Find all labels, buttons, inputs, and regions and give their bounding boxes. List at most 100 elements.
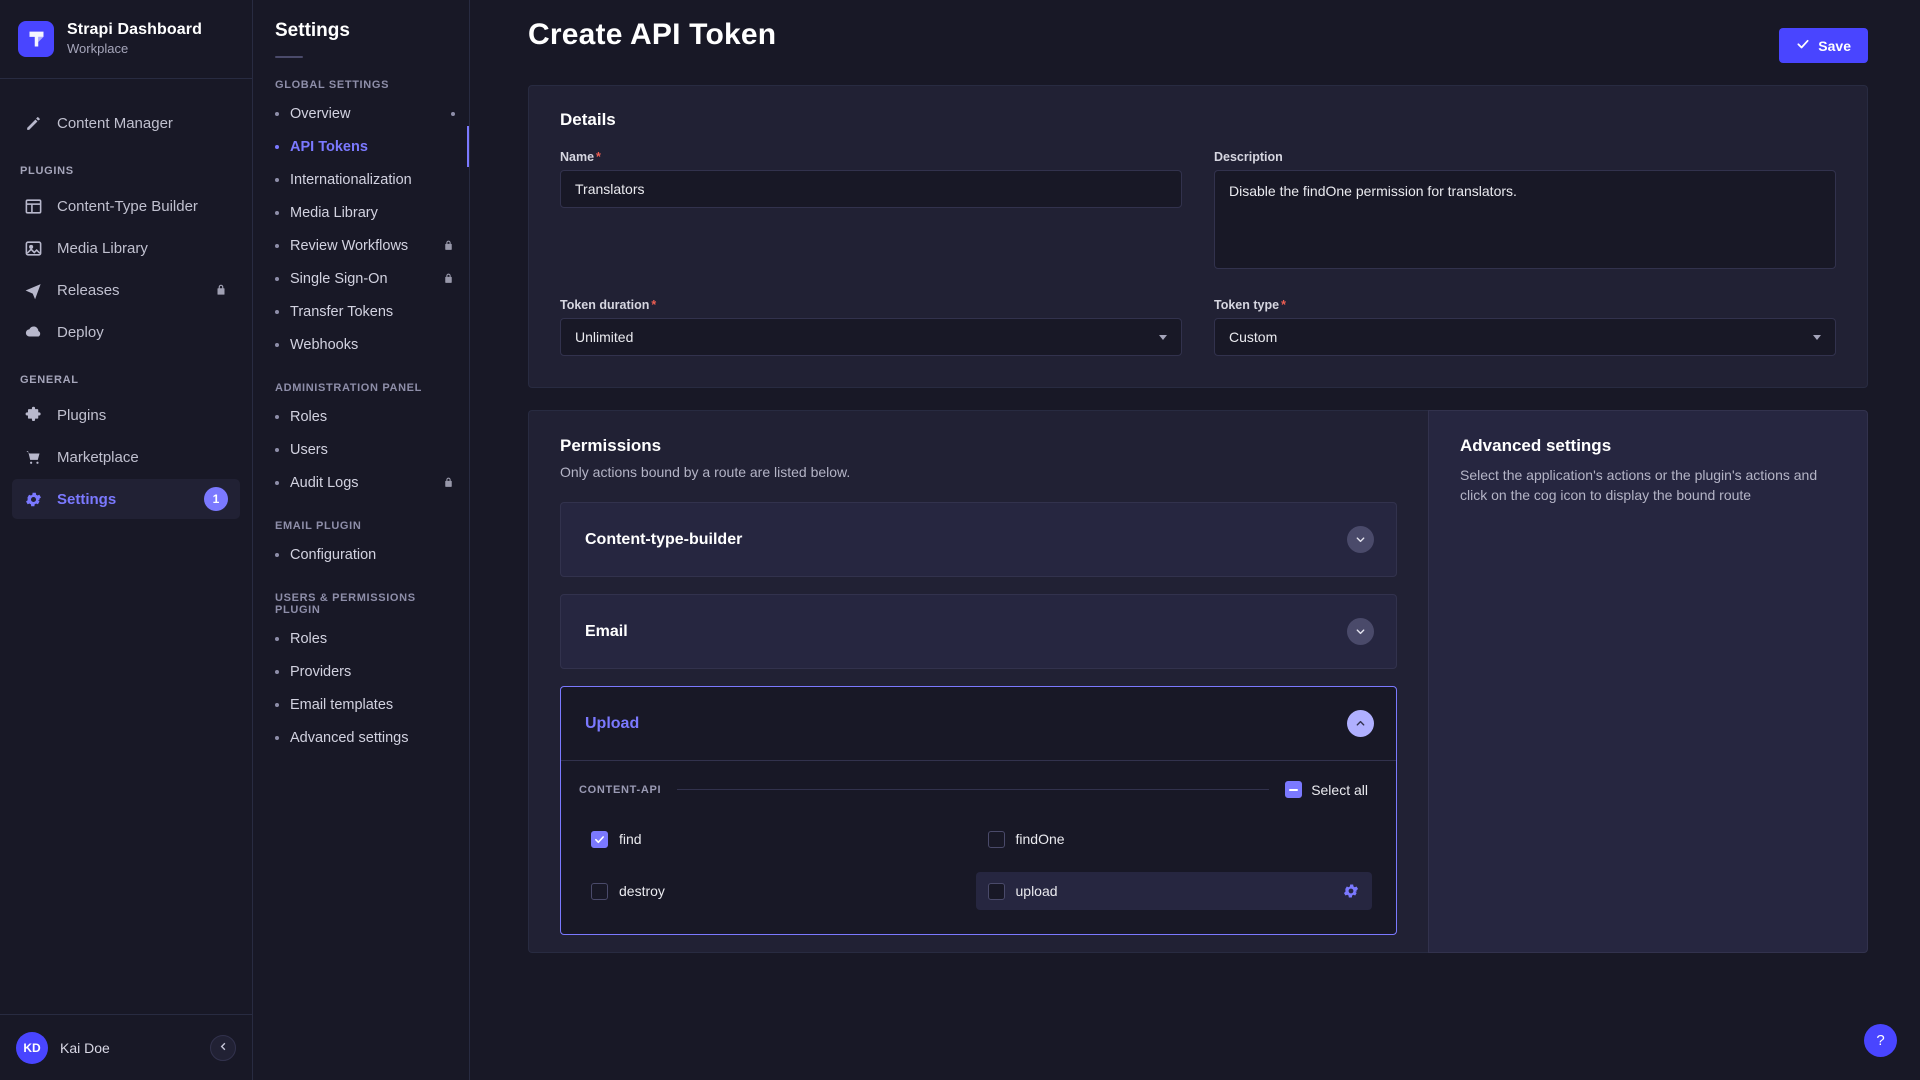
- subnav-item-roles-users-permissions[interactable]: Roles: [253, 622, 469, 655]
- subnav-item-label: Roles: [290, 631, 455, 647]
- subnav-header: Settings: [253, 0, 469, 58]
- subnav-item-label: Webhooks: [290, 337, 455, 353]
- accordion-upload[interactable]: Upload CONTENT-API: [560, 686, 1397, 935]
- subnav-item-transfer-tokens[interactable]: Transfer Tokens: [253, 295, 469, 328]
- subnav-item-single-sign-on[interactable]: Single Sign-On: [253, 262, 469, 295]
- chevron-down-icon: [1159, 335, 1167, 340]
- subnav-item-label: Overview: [290, 106, 440, 122]
- select-all-control[interactable]: Select all: [1285, 781, 1368, 798]
- sidebar-brand[interactable]: Strapi Dashboard Workplace: [0, 0, 252, 79]
- subnav-item-review-workflows[interactable]: Review Workflows: [253, 229, 469, 262]
- token-duration-select[interactable]: Unlimited: [560, 318, 1182, 356]
- subnav-item-api-tokens[interactable]: API Tokens: [253, 130, 469, 163]
- permission-checkbox[interactable]: [591, 831, 608, 848]
- details-card: Details Name * Description: [528, 85, 1868, 388]
- check-icon: [1796, 37, 1810, 54]
- sidebar-section-plugins: PLUGINS: [0, 165, 252, 177]
- permissions-title: Permissions: [560, 436, 1397, 456]
- permission-item-destroy[interactable]: destroy: [579, 872, 976, 910]
- bullet-icon: [275, 415, 279, 419]
- subnav-item-providers[interactable]: Providers: [253, 655, 469, 688]
- subnav-section-email-plugin: EMAIL PLUGIN: [253, 520, 469, 532]
- content-api-label: CONTENT-API: [579, 784, 661, 796]
- select-all-checkbox[interactable]: [1285, 781, 1302, 798]
- lock-icon: [442, 239, 455, 252]
- avatar[interactable]: KD: [16, 1032, 48, 1064]
- bullet-icon: [275, 145, 279, 149]
- permission-checkbox[interactable]: [591, 883, 608, 900]
- permission-label: destroy: [619, 883, 665, 899]
- sidebar-item-deploy[interactable]: Deploy: [12, 312, 240, 352]
- sidebar-item-settings[interactable]: Settings 1: [12, 479, 240, 519]
- permission-item-upload[interactable]: upload: [976, 872, 1373, 910]
- bullet-icon: [275, 703, 279, 707]
- permission-checkbox[interactable]: [988, 831, 1005, 848]
- subnav-section-global-settings: GLOBAL SETTINGS: [253, 79, 469, 91]
- subnav-item-audit-logs[interactable]: Audit Logs: [253, 466, 469, 499]
- subnav-item-label: Transfer Tokens: [290, 304, 455, 320]
- subnav-section-administration-panel: ADMINISTRATION PANEL: [253, 382, 469, 394]
- token-type-select[interactable]: Custom: [1214, 318, 1836, 356]
- permission-item-findone[interactable]: findOne: [976, 820, 1373, 858]
- subnav-item-label: Roles: [290, 409, 455, 425]
- details-card-title: Details: [560, 110, 1836, 130]
- subnav-section-users-permissions-plugin: USERS & PERMISSIONS PLUGIN: [253, 592, 469, 616]
- accordion-email[interactable]: Email: [560, 594, 1397, 669]
- subnav-item-advanced-settings[interactable]: Advanced settings: [253, 721, 469, 754]
- sidebar-item-plugins[interactable]: Plugins: [12, 395, 240, 435]
- subnav-item-roles-admin[interactable]: Roles: [253, 400, 469, 433]
- token-duration-value: Unlimited: [575, 329, 633, 345]
- accordion-header[interactable]: Email: [561, 595, 1396, 668]
- sidebar-item-content-type-builder[interactable]: Content-Type Builder: [12, 186, 240, 226]
- token-duration-label-text: Token duration: [560, 298, 649, 312]
- subnav-item-overview[interactable]: Overview: [253, 97, 469, 130]
- subnav-item-configuration[interactable]: Configuration: [253, 538, 469, 571]
- gear-icon: [24, 490, 43, 509]
- token-duration-label: Token duration *: [560, 298, 1182, 312]
- chevron-down-icon[interactable]: [1347, 618, 1374, 645]
- sidebar-item-label: Media Library: [57, 240, 228, 257]
- subnav-item-label: Internationalization: [290, 172, 455, 188]
- subnav-item-webhooks[interactable]: Webhooks: [253, 328, 469, 361]
- sidebar-item-content-manager[interactable]: Content Manager: [12, 103, 240, 143]
- advanced-settings-subtitle: Select the application's actions or the …: [1460, 465, 1836, 506]
- subnav-item-label: Audit Logs: [290, 475, 431, 491]
- permission-item-find[interactable]: find: [579, 820, 976, 858]
- sidebar-item-label: Content-Type Builder: [57, 198, 228, 215]
- description-textarea[interactable]: [1214, 170, 1836, 269]
- sidebar-brand-subtitle: Workplace: [67, 41, 202, 57]
- settings-badge: 1: [204, 487, 228, 511]
- sidebar-item-releases[interactable]: Releases: [12, 270, 240, 310]
- chevron-up-icon[interactable]: [1347, 710, 1374, 737]
- subnav-title: Settings: [275, 20, 447, 42]
- permissions-row: Permissions Only actions bound by a rout…: [528, 410, 1868, 953]
- permission-checkbox[interactable]: [988, 883, 1005, 900]
- gear-icon[interactable]: [1342, 882, 1360, 900]
- app-root: Strapi Dashboard Workplace Content Manag…: [0, 0, 1920, 1080]
- accordion-header[interactable]: Content-type-builder: [561, 503, 1396, 576]
- required-asterisk: *: [596, 150, 601, 164]
- subnav-item-label: Advanced settings: [290, 730, 455, 746]
- subnav-item-internationalization[interactable]: Internationalization: [253, 163, 469, 196]
- sidebar-item-marketplace[interactable]: Marketplace: [12, 437, 240, 477]
- save-button[interactable]: Save: [1779, 28, 1868, 63]
- accordion-label: Email: [585, 623, 628, 641]
- bullet-icon: [275, 670, 279, 674]
- accordion-label: Content-type-builder: [585, 531, 742, 549]
- sidebar-item-label: Releases: [57, 282, 200, 299]
- chevron-down-icon[interactable]: [1347, 526, 1374, 553]
- name-input[interactable]: [560, 170, 1182, 208]
- token-type-label-text: Token type: [1214, 298, 1279, 312]
- accordion-content-type-builder[interactable]: Content-type-builder: [560, 502, 1397, 577]
- sidebar-item-media-library[interactable]: Media Library: [12, 228, 240, 268]
- description-field-group: Description: [1214, 150, 1836, 274]
- subnav-item-media-library[interactable]: Media Library: [253, 196, 469, 229]
- select-all-label: Select all: [1311, 782, 1368, 798]
- subnav-item-email-templates[interactable]: Email templates: [253, 688, 469, 721]
- cloud-icon: [24, 323, 43, 342]
- help-button[interactable]: ?: [1864, 1024, 1897, 1057]
- subnav-item-users[interactable]: Users: [253, 433, 469, 466]
- sidebar-collapse-button[interactable]: [210, 1035, 236, 1061]
- accordion-header[interactable]: Upload: [561, 687, 1396, 760]
- bullet-icon: [275, 112, 279, 116]
